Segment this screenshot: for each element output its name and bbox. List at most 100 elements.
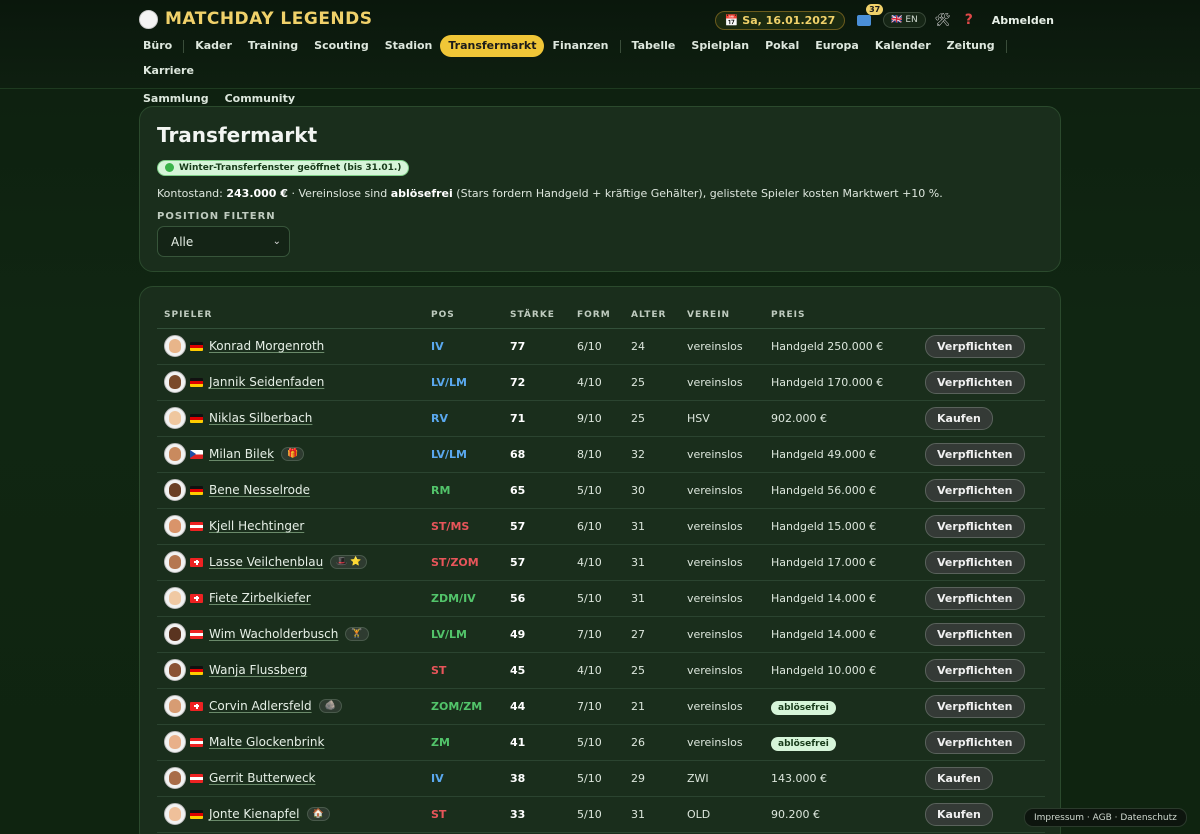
club-cell: vereinslos — [680, 580, 764, 617]
nav-item-kader[interactable]: Kader — [187, 35, 240, 57]
player-name-link[interactable]: Milan Bilek — [209, 447, 274, 461]
position-cell: RM — [424, 472, 503, 509]
age-cell: 27 — [624, 616, 680, 653]
player-cell: Milan Bilek 🎁 — [157, 436, 424, 473]
col-action — [918, 303, 1045, 329]
tools-icon[interactable]: 🛠 — [934, 13, 952, 28]
player-name-link[interactable]: Fiete Zirbelkiefer — [209, 591, 311, 605]
sign-button[interactable]: Verpflichten — [925, 694, 1025, 718]
brand[interactable]: MATCHDAY LEGENDS — [139, 9, 373, 29]
player-name-link[interactable]: Lasse Veilchenblau — [209, 555, 323, 569]
position-value: LV/LM — [431, 375, 467, 389]
form-cell: 5/10 — [570, 796, 624, 833]
nav-item-finanzen[interactable]: Finanzen — [544, 35, 616, 57]
nav-item-pokal[interactable]: Pokal — [757, 35, 807, 57]
action-cell: Verpflichten — [918, 616, 1045, 653]
buy-button[interactable]: Kaufen — [925, 802, 993, 826]
sign-button[interactable]: Verpflichten — [925, 478, 1025, 502]
face-icon — [169, 807, 181, 821]
player-name-link[interactable]: Konrad Morgenroth — [209, 339, 324, 353]
position-value: ZDM/IV — [431, 591, 476, 605]
nav-item-zeitung[interactable]: Zeitung — [939, 35, 1003, 57]
form-cell: 8/10 — [570, 436, 624, 473]
strength-cell: 77 — [503, 328, 570, 365]
col-alter[interactable]: ALTER — [624, 303, 680, 329]
nav-item-scouting[interactable]: Scouting — [306, 35, 377, 57]
nav-item-stadion[interactable]: Stadion — [377, 35, 441, 57]
nav-item-spielplan[interactable]: Spielplan — [683, 35, 757, 57]
player-name-link[interactable]: Kjell Hechtinger — [209, 519, 304, 533]
club-cell: HSV — [680, 400, 764, 437]
buy-button[interactable]: Kaufen — [925, 406, 993, 430]
player-name-link[interactable]: Jonte Kienapfel — [209, 807, 300, 821]
help-icon[interactable]: ? — [960, 12, 978, 28]
sign-button[interactable]: Verpflichten — [925, 622, 1025, 646]
sign-button[interactable]: Verpflichten — [925, 658, 1025, 682]
logout-link[interactable]: Abmelden — [992, 14, 1054, 27]
nav-item-transfermarkt[interactable]: Transfermarkt — [440, 35, 545, 57]
face-icon — [169, 627, 181, 641]
position-cell: LV/LM — [424, 616, 503, 653]
player-name-link[interactable]: Wanja Flussberg — [209, 663, 307, 677]
age-cell: 25 — [624, 652, 680, 689]
sign-button[interactable]: Verpflichten — [925, 334, 1025, 358]
language-switch[interactable]: 🇬🇧 EN — [883, 12, 926, 28]
sign-button[interactable]: Verpflichten — [925, 586, 1025, 610]
col-staerke[interactable]: STÄRKE — [503, 303, 570, 329]
strength-cell: 44 — [503, 688, 570, 725]
transfer-window-badge: Winter-Transferfenster geöffnet (bis 31.… — [157, 159, 410, 176]
sign-button[interactable]: Verpflichten — [925, 550, 1025, 574]
player-cell: Wanja Flussberg — [157, 652, 424, 689]
player-cell: Fiete Zirbelkiefer — [157, 580, 424, 617]
age-cell: 31 — [624, 544, 680, 581]
col-preis[interactable]: PREIS — [764, 303, 918, 329]
sign-button[interactable]: Verpflichten — [925, 442, 1025, 466]
flag-icon — [190, 701, 203, 711]
avatar — [164, 587, 186, 609]
position-cell: RV — [424, 400, 503, 437]
sign-button[interactable]: Verpflichten — [925, 514, 1025, 538]
col-spieler[interactable]: SPIELER — [157, 303, 424, 329]
col-pos[interactable]: POS — [424, 303, 503, 329]
position-value: LV/LM — [431, 627, 467, 641]
position-cell: ZOM/ZM — [424, 688, 503, 725]
player-name-link[interactable]: Malte Glockenbrink — [209, 735, 324, 749]
sign-button[interactable]: Verpflichten — [925, 370, 1025, 394]
age-cell: 31 — [624, 796, 680, 833]
nav-item-tabelle[interactable]: Tabelle — [624, 35, 684, 57]
nav-item-karriere[interactable]: Karriere — [135, 60, 202, 82]
nav-item-b-ro[interactable]: Büro — [135, 35, 180, 57]
player-name-link[interactable]: Wim Wacholderbusch — [209, 627, 338, 641]
footer-links[interactable]: Impressum · AGB · Datenschutz — [1024, 808, 1187, 827]
col-form[interactable]: FORM — [570, 303, 624, 329]
club-cell: vereinslos — [680, 508, 764, 545]
player-name-link[interactable]: Corvin Adlersfeld — [209, 699, 312, 713]
avatar — [164, 731, 186, 753]
flag-icon — [190, 593, 203, 603]
avatar — [164, 371, 186, 393]
action-cell: Verpflichten — [918, 724, 1045, 761]
action-cell: Verpflichten — [918, 472, 1045, 509]
avatar — [164, 443, 186, 465]
player-name-link[interactable]: Jannik Seidenfaden — [209, 375, 324, 389]
inbox-button[interactable]: 37 — [853, 4, 884, 30]
date-badge[interactable]: 📅 Sa, 16.01.2027 — [714, 10, 846, 30]
buy-button[interactable]: Kaufen — [925, 766, 993, 790]
face-icon — [169, 699, 181, 713]
nav-item-training[interactable]: Training — [240, 35, 306, 57]
position-filter-select[interactable]: Alle ⌄ — [157, 226, 290, 257]
face-icon — [169, 483, 181, 497]
nav-item-europa[interactable]: Europa — [807, 35, 867, 57]
mail-icon — [857, 14, 872, 26]
price-cell: Handgeld 250.000 € — [764, 328, 918, 365]
players-table-panel: SPIELER POS STÄRKE FORM ALTER VEREIN PRE… — [139, 286, 1061, 834]
sign-button[interactable]: Verpflichten — [925, 730, 1025, 754]
player-name-link[interactable]: Gerrit Butterweck — [209, 771, 316, 785]
flag-icon — [190, 629, 203, 639]
player-cell: Niklas Silberbach — [157, 400, 424, 437]
nav-item-kalender[interactable]: Kalender — [867, 35, 939, 57]
player-name-link[interactable]: Bene Nesselrode — [209, 483, 310, 497]
nav-separator — [1005, 39, 1007, 53]
col-verein[interactable]: VEREIN — [680, 303, 764, 329]
player-name-link[interactable]: Niklas Silberbach — [209, 411, 312, 425]
